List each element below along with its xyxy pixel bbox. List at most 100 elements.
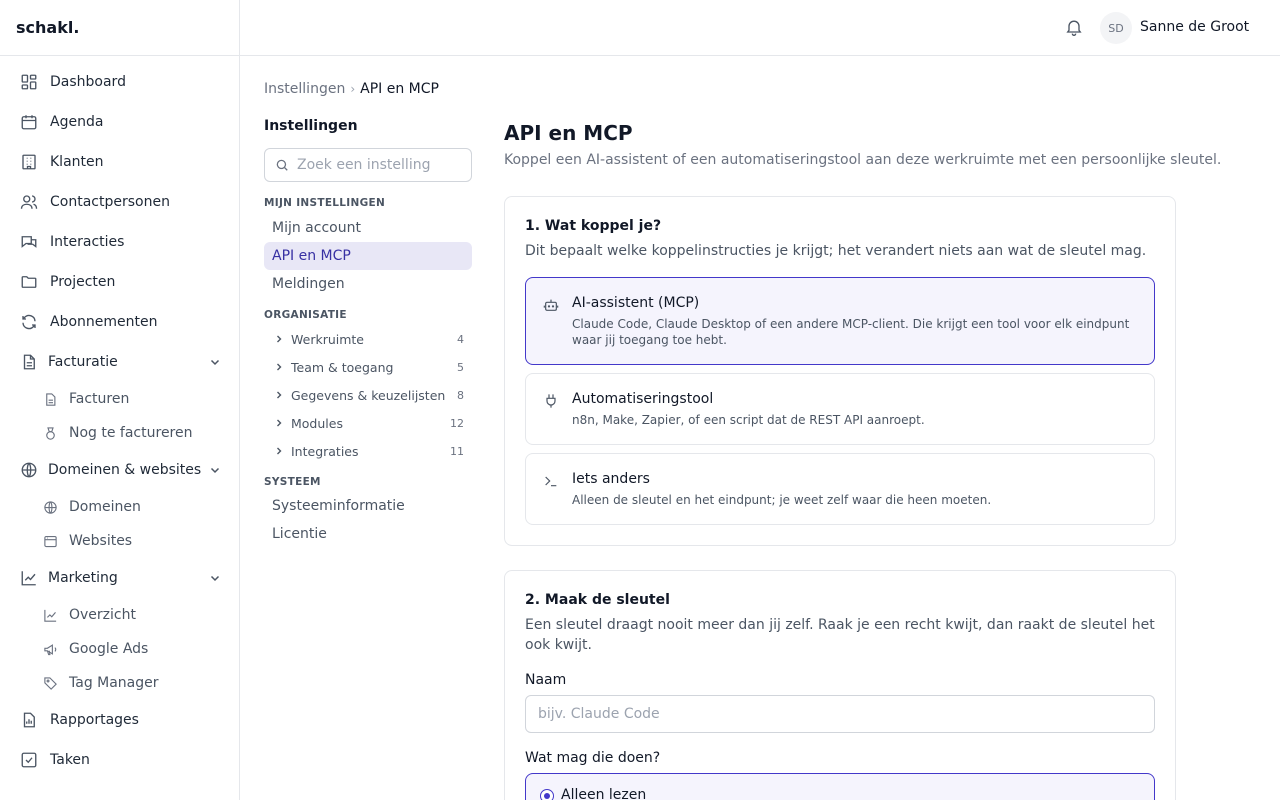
page-description: Koppel een AI-assistent of een automatis… [504,152,1222,168]
nav-group-facturatie[interactable]: Facturatie [0,342,239,382]
nav-item-dashboard[interactable]: Dashboard [0,62,239,102]
section-label-organisatie: ORGANISATIE [264,309,347,321]
radio-selected[interactable] [540,789,554,800]
settings-tree-team-toegang[interactable]: Team & toegang 5 [264,353,472,381]
settings-tree-count: 4 [457,332,464,346]
nav-item-rapportages[interactable]: Rapportages [0,700,239,740]
nav-subitem-websites[interactable]: Websites [0,524,239,558]
step2-description: Een sleutel draagt nooit meer dan jij ze… [525,617,1155,653]
option-title: Iets anders [572,471,650,487]
chevron-down-icon [210,575,220,582]
nav-item-label: Interacties [50,234,125,250]
page-title: API en MCP [504,121,633,145]
chevron-right-icon [277,363,282,371]
settings-tree-werkruimte[interactable]: Werkruimte 4 [264,325,472,353]
permission-option-read-only[interactable]: Alleen lezen [525,773,1155,800]
key-name-input[interactable] [525,695,1155,733]
settings-tree-count: 12 [450,416,464,430]
file-icon [23,354,35,370]
nav-subitem-facturen[interactable]: Facturen [0,382,239,416]
settings-title: Instellingen [264,118,358,134]
nav-item-klanten[interactable]: Klanten [0,142,239,182]
tag-icon [44,676,57,690]
section-label-systeem: SYSTEEM [264,476,321,488]
settings-item-mijn-account[interactable]: Mijn account [264,214,472,242]
settings-tree-count: 8 [457,388,464,402]
nav-subitem-label: Tag Manager [69,675,159,691]
nav-item-label: Contactpersonen [50,194,170,210]
refresh-icon [22,314,36,330]
nav-item-agenda[interactable]: Agenda [0,102,239,142]
settings-item-systeeminformatie[interactable]: Systeeminformatie [264,492,472,520]
nav-item-label: Taken [50,752,90,768]
nav-subitem-label: Domeinen [69,499,141,515]
chevron-right-icon [277,335,282,343]
breadcrumb-link-instellingen[interactable]: Instellingen [264,81,345,97]
settings-tree-count: 11 [450,444,464,458]
nav-subitem-tag-manager[interactable]: Tag Manager [0,666,239,700]
nav-item-label: Projecten [50,274,116,290]
permission-label: Wat mag die doen? [525,750,661,766]
app-logo[interactable]: schakl. [0,0,239,56]
radio-label: Alleen lezen [561,787,647,800]
option-title: AI-assistent (MCP) [572,295,700,311]
settings-tree-label: Integraties [291,443,359,459]
section-label-mijn: MIJN INSTELLINGEN [264,197,386,209]
step1-description: Dit bepaalt welke koppelinstructies je k… [525,243,1147,259]
nav-item-label: Agenda [50,114,104,130]
settings-item-api-mcp[interactable]: API en MCP [264,242,472,270]
nav-subitem-label: Overzicht [69,607,136,623]
main-nav: Dashboard Agenda Klanten Contactpersonen… [0,56,239,780]
settings-tree-gegevens[interactable]: Gegevens & keuzelijsten 8 [264,381,472,409]
coins-icon [46,426,55,440]
name-field-label: Naam [525,672,567,688]
option-automatiseringstool[interactable]: Automatiseringstool n8n, Make, Zapier, o… [525,373,1155,445]
avatar[interactable]: SD [1100,12,1132,44]
folder-icon [21,276,37,288]
nav-subitem-google-ads[interactable]: Google Ads [0,632,239,666]
checkbox-icon [21,752,37,768]
file-icon [46,392,56,406]
nav-item-contactpersonen[interactable]: Contactpersonen [0,182,239,222]
settings-tree-label: Gegevens & keuzelijsten [291,387,446,403]
settings-search-input[interactable] [297,157,457,173]
chevron-right-icon [277,419,282,427]
settings-tree-integraties[interactable]: Integraties 11 [264,437,472,465]
chevron-down-icon [210,359,220,366]
settings-tree-label: Werkruimte [291,331,364,347]
settings-search[interactable] [264,148,472,182]
settings-tree-modules[interactable]: Modules 12 [264,409,472,437]
nav-subitem-nog-te-factureren[interactable]: Nog te factureren [0,416,239,450]
nav-group-domeinen[interactable]: Domeinen & websites [0,450,239,490]
nav-item-taken[interactable]: Taken [0,740,239,780]
bell-icon[interactable] [1064,17,1084,37]
calendar-icon [21,115,37,130]
chart-line-icon [44,609,57,622]
user-name[interactable]: Sanne de Groot [1140,19,1249,35]
nav-subitem-label: Facturen [69,391,130,407]
nav-item-abonnementen[interactable]: Abonnementen [0,302,239,342]
option-iets-anders[interactable]: Iets anders Alleen de sleutel en het ein… [525,453,1155,525]
browser-icon [44,535,57,547]
settings-item-licentie[interactable]: Licentie [264,520,472,548]
nav-group-label: Domeinen & websites [48,462,202,478]
building-icon [22,154,36,170]
nav-group-label: Marketing [48,570,118,586]
option-title: Automatiseringstool [572,391,714,407]
settings-item-meldingen[interactable]: Meldingen [264,270,472,298]
nav-subitem-domeinen[interactable]: Domeinen [0,490,239,524]
settings-tree-label: Modules [291,415,343,431]
nav-group-marketing[interactable]: Marketing [0,558,239,598]
breadcrumb-separator: › [350,82,356,96]
option-ai-assistent[interactable]: AI-assistent (MCP) Claude Code, Claude D… [525,277,1155,365]
chart-line-icon [21,571,36,586]
megaphone-icon [44,643,57,655]
nav-subitem-label: Websites [69,533,133,549]
report-icon [23,712,35,728]
nav-subitem-overzicht[interactable]: Overzicht [0,598,239,632]
nav-subitem-label: Google Ads [69,641,149,657]
nav-item-interacties[interactable]: Interacties [0,222,239,262]
nav-item-label: Dashboard [50,74,126,90]
nav-item-label: Rapportages [50,712,139,728]
nav-item-projecten[interactable]: Projecten [0,262,239,302]
